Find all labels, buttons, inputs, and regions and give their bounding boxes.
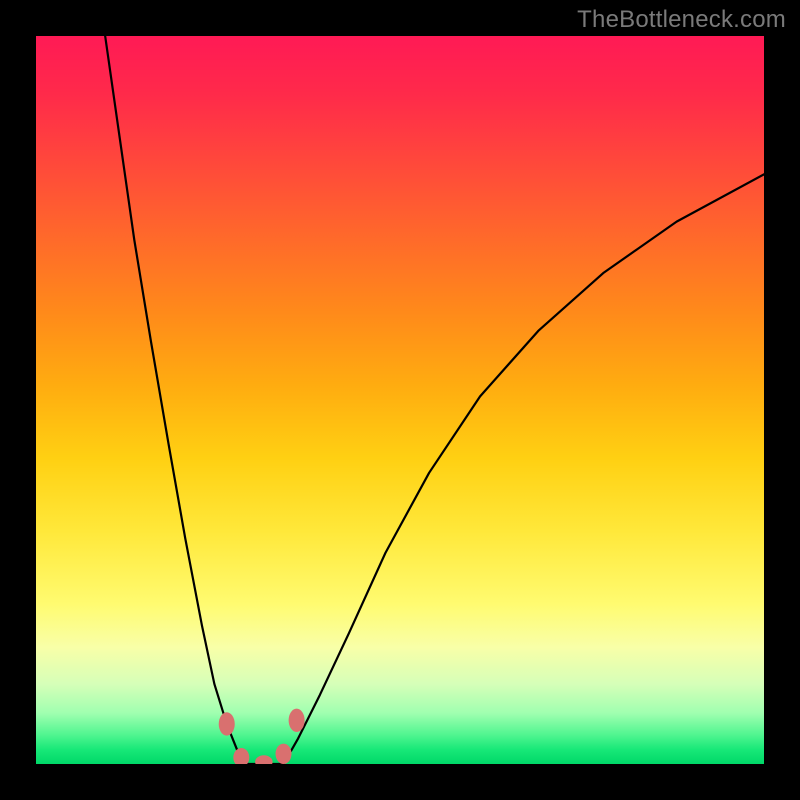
curve-right-branch — [284, 174, 764, 764]
curve-left-branch — [105, 36, 247, 764]
data-point-left-lower — [233, 748, 249, 764]
data-point-floor-mid — [255, 755, 272, 764]
chart-frame: TheBottleneck.com — [0, 0, 800, 800]
data-point-right-upper — [289, 709, 305, 732]
watermark-text: TheBottleneck.com — [577, 6, 786, 34]
data-point-left-upper — [219, 712, 235, 735]
chart-svg — [36, 36, 764, 764]
plot-area — [36, 36, 764, 764]
data-point-right-lower — [276, 744, 292, 764]
